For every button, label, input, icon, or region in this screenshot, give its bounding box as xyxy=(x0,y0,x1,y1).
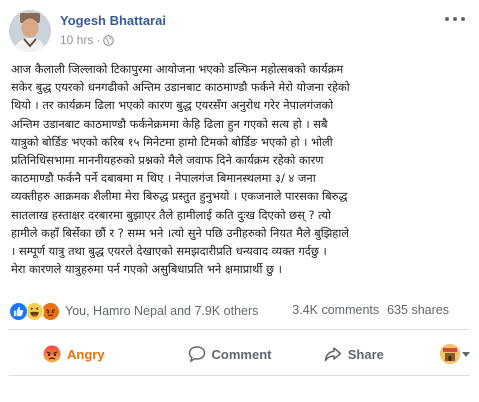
meta-separator: · xyxy=(96,33,101,47)
share-label: Share xyxy=(347,346,384,362)
share-icon xyxy=(324,345,342,363)
divider-bottom xyxy=(9,375,470,376)
author-avatar[interactable] xyxy=(9,10,51,52)
post-body-line: यात्रुको बोर्डिङ भएको करिब १५ मिनेटमा हा… xyxy=(11,134,333,149)
post-body-line: । सम्पूर्ण यात्रु तथा बुद्ध एयरले देखाएक… xyxy=(11,244,327,259)
like-icon xyxy=(9,301,28,321)
post-body-line: हामीले कहाँ बिर्सेका छौं र ? सम्म भने ।त… xyxy=(11,225,350,240)
post-body-line: काठमाण्डौ फर्कनै पर्ने दबाबमा म थिए । ने… xyxy=(11,171,316,186)
post-meta: 10 hrs · xyxy=(60,33,115,47)
comment-label: Comment xyxy=(211,346,272,362)
post-body: आज कैलाली जिल्लाको टिकापुरमा आयोजना भएको… xyxy=(11,60,473,278)
comment-icon xyxy=(188,345,206,363)
reaction-summary-text[interactable]: You, Hamro Nepal and 7.9K others xyxy=(65,304,258,318)
share-button[interactable]: Share xyxy=(292,337,416,371)
author-name[interactable]: Yogesh Bhattarai xyxy=(60,13,166,28)
page-avatar xyxy=(439,344,460,364)
post-time[interactable]: 10 hrs xyxy=(60,33,93,47)
angry-icon xyxy=(43,345,61,363)
post-body-line: मेरा कारणले यात्रुहरुमा पर्न गएको असुबिध… xyxy=(11,262,282,277)
post-body-line: आज कैलाली जिल्लाको टिकापुरमा आयोजना भएको… xyxy=(11,62,344,76)
comments-count[interactable]: 3.4K comments xyxy=(292,303,379,317)
chevron-down-icon xyxy=(461,351,470,357)
shares-count[interactable]: 635 shares xyxy=(387,303,449,317)
angry-label: Angry xyxy=(67,346,105,362)
engagement-counts: 3.4K comments 635 shares xyxy=(292,303,449,317)
post-body-line: अन्तिम उडानबाट काठमाण्डौ फर्कनेक्रममा के… xyxy=(11,116,328,131)
angry-reaction-button[interactable]: Angry xyxy=(9,337,167,371)
facebook-post: Yogesh Bhattarai 10 hrs · आज कैलाली जिल्… xyxy=(0,0,479,402)
more-options-icon[interactable] xyxy=(445,14,465,24)
post-body-line: सातलाख हस्ताक्षर दरबारमा बुझाएर तैले हाम… xyxy=(11,207,332,222)
globe-icon xyxy=(103,34,115,46)
post-body-line: थियो । तर कार्यक्रम ढिला भएको कारण बुद्ध… xyxy=(11,98,334,113)
post-body-line: प्रतिनिधिसभामा माननीयहरुको प्रश्नको मैले… xyxy=(11,153,324,168)
action-bar: Angry Comment Share xyxy=(9,337,470,371)
divider-top xyxy=(9,329,470,330)
reaction-summary[interactable]: You, Hamro Nepal and 7.9K others xyxy=(9,301,258,321)
post-body-line: व्यक्तीहरु आक्रमक शैलीमा मेरा बिरुद्ध प्… xyxy=(11,189,348,204)
post-body-line: सकेर बुद्ध एयरको धनगढीको अन्तिम उडानबाट … xyxy=(11,80,350,95)
comment-button[interactable]: Comment xyxy=(167,337,291,371)
post-as-selector[interactable] xyxy=(416,344,470,364)
